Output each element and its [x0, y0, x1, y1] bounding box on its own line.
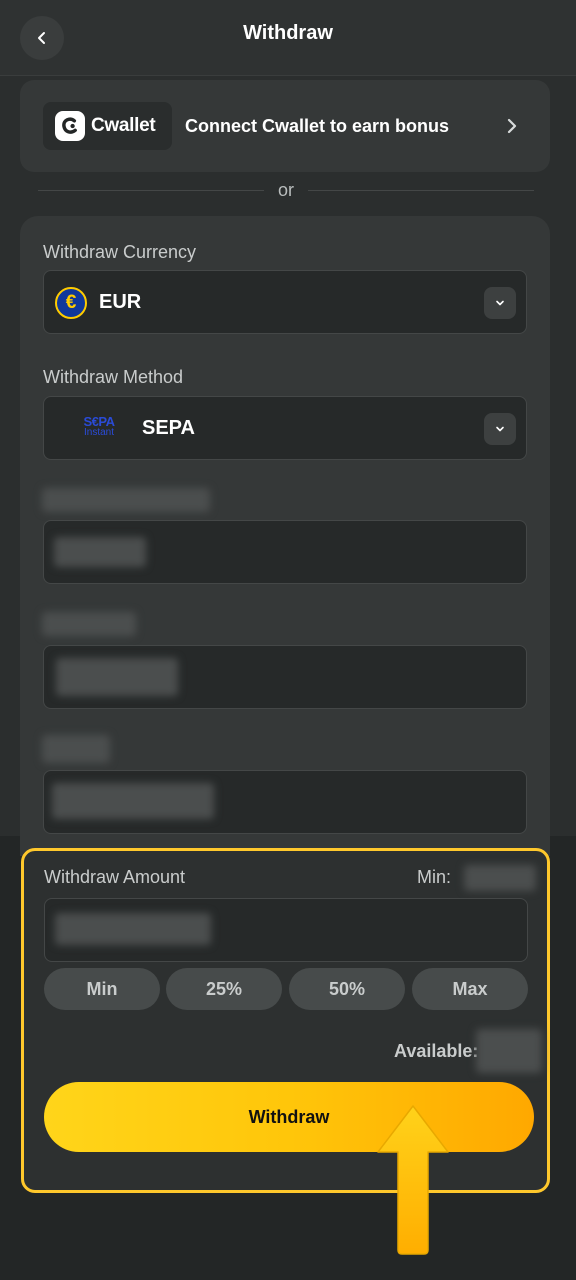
redacted-amount-value [55, 913, 211, 945]
redacted-label [42, 488, 210, 512]
redacted-input[interactable] [43, 645, 527, 709]
chevron-down-icon [496, 300, 504, 306]
chevron-right-icon [507, 118, 517, 134]
currency-value: EUR [99, 291, 142, 313]
sepa-logo: S€PA Instant [79, 415, 119, 438]
method-label: Withdraw Method [43, 367, 184, 387]
method-dropdown-button[interactable] [484, 413, 516, 445]
cwallet-logo: Cwallet [43, 102, 172, 150]
currency-label: Withdraw Currency [43, 242, 197, 262]
currency-dropdown-button[interactable] [484, 287, 516, 319]
max-amount-button[interactable]: Max [412, 968, 528, 1010]
connect-cwallet-banner[interactable]: Cwallet Connect Cwallet to earn bonus [20, 80, 550, 172]
divider-line-right [308, 190, 534, 191]
currency-select[interactable]: € EUR [43, 270, 527, 334]
50-percent-button[interactable]: 50% [289, 968, 405, 1010]
method-value: SEPA [142, 417, 195, 439]
amount-label: Withdraw Amount [44, 867, 186, 887]
redacted-available-value [476, 1029, 542, 1073]
page-title: Withdraw [243, 22, 333, 44]
redacted-value [54, 537, 146, 567]
redacted-value [52, 783, 214, 819]
available-label: Available: [394, 1041, 479, 1061]
withdraw-amount-card: Withdraw Amount Min: Min 25% 50% Max Ava… [21, 848, 550, 1193]
euro-icon: € [55, 287, 87, 319]
or-divider: or [38, 180, 534, 202]
cwallet-brand-text: Cwallet [91, 115, 156, 136]
withdraw-submit-button[interactable]: Withdraw [44, 1082, 534, 1152]
redacted-min-value [464, 865, 536, 891]
redacted-value [56, 658, 178, 696]
top-bar: Withdraw [0, 0, 576, 76]
redacted-input[interactable] [43, 770, 527, 834]
redacted-label [42, 735, 110, 763]
arrow-up-icon [377, 1105, 449, 1255]
cwallet-mark-icon [55, 111, 85, 141]
cwallet-cta-text: Connect Cwallet to earn bonus [185, 116, 450, 136]
min-amount-button[interactable]: Min [44, 968, 160, 1010]
sepa-logo-bottom: Instant [83, 427, 115, 438]
redacted-label [42, 612, 136, 636]
method-select[interactable]: S€PA Instant SEPA [43, 396, 527, 460]
min-label: Min: [417, 867, 452, 887]
25-percent-button[interactable]: 25% [166, 968, 282, 1010]
amount-input[interactable] [44, 898, 528, 962]
chevron-down-icon [496, 426, 504, 432]
redacted-input[interactable] [43, 520, 527, 584]
